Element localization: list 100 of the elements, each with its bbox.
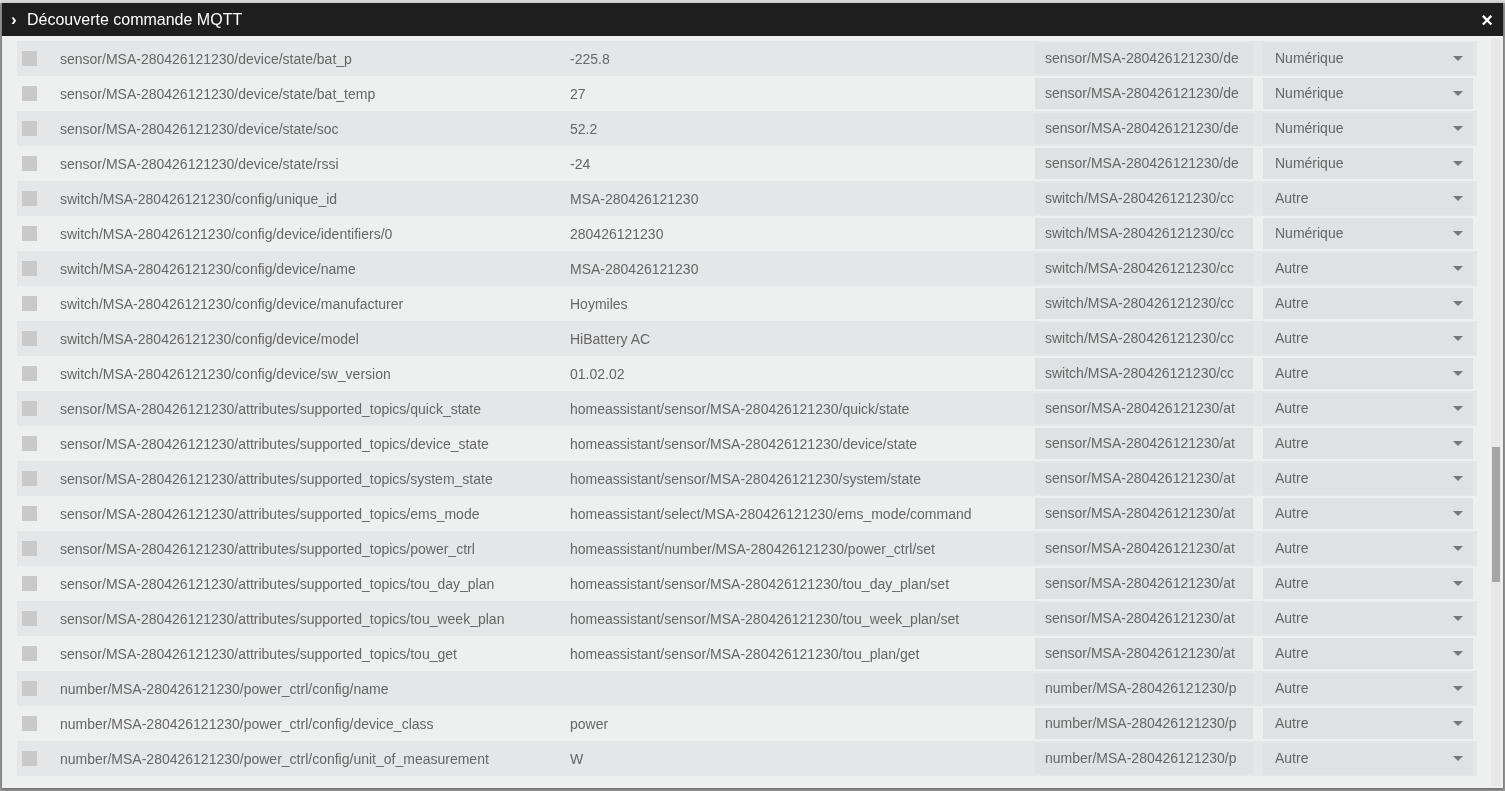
checkbox[interactable] [22,191,37,206]
caret-icon [1453,721,1463,726]
type-dropdown[interactable]: Autre [1263,463,1473,494]
checkbox[interactable] [22,261,37,276]
checkbox[interactable] [22,51,37,66]
name-field[interactable]: sensor/MSA-280426121230/at [1035,428,1253,459]
name-field[interactable]: switch/MSA-280426121230/cc [1035,323,1253,354]
topic-text: number/MSA-280426121230/power_ctrl/config/name [60,680,390,697]
caret-icon [1453,686,1463,691]
name-field[interactable]: sensor/MSA-280426121230/at [1035,603,1253,634]
caret-icon [1453,756,1463,761]
type-dropdown[interactable]: Numérique [1263,148,1473,179]
checkbox[interactable] [22,576,37,591]
value-text: MSA-280426121230 [570,190,700,207]
topic-text: sensor/MSA-280426121230/device/state/rssi [60,155,340,172]
value-text: -225.8 [570,50,611,67]
checkbox[interactable] [22,471,37,486]
type-dropdown[interactable]: Autre [1263,183,1473,214]
checkbox[interactable] [22,331,37,346]
type-dropdown[interactable]: Autre [1263,638,1473,669]
caret-icon [1453,91,1463,96]
value-text: -24 [570,155,592,172]
topic-text: sensor/MSA-280426121230/device/state/bat_p [60,50,353,67]
close-button[interactable]: × [1473,9,1501,30]
name-field[interactable]: number/MSA-280426121230/p [1035,708,1253,739]
scrollbar-thumb[interactable] [1492,447,1500,582]
topic-text: switch/MSA-280426121230/config/device/name [60,260,357,277]
checkbox[interactable] [22,611,37,626]
name-field[interactable]: sensor/MSA-280426121230/at [1035,393,1253,424]
type-dropdown[interactable]: Autre [1263,498,1473,529]
value-text: 27 [570,85,587,102]
checkbox[interactable] [22,226,37,241]
caret-icon [1453,231,1463,236]
caret-icon [1453,371,1463,376]
checkbox[interactable] [22,716,37,731]
type-dropdown[interactable]: Numérique [1263,78,1473,109]
type-dropdown[interactable]: Autre [1263,323,1473,354]
name-field[interactable]: sensor/MSA-280426121230/de [1035,113,1253,144]
type-dropdown[interactable]: Autre [1263,603,1473,634]
checkbox[interactable] [22,296,37,311]
topic-text: number/MSA-280426121230/power_ctrl/config/device_class [60,715,435,732]
checkbox[interactable] [22,646,37,661]
scrollbar[interactable] [1491,39,1501,786]
name-field[interactable]: switch/MSA-280426121230/cc [1035,218,1253,249]
topic-text: sensor/MSA-280426121230/attributes/supported_topics/tou_day_plan [60,575,496,592]
name-field[interactable]: sensor/MSA-280426121230/de [1035,148,1253,179]
checkbox[interactable] [22,156,37,171]
type-dropdown[interactable]: Numérique [1263,218,1473,249]
name-field[interactable]: switch/MSA-280426121230/cc [1035,183,1253,214]
caret-icon [1453,196,1463,201]
topic-text: sensor/MSA-280426121230/device/state/soc [60,120,340,137]
chevron-icon[interactable]: › [11,11,21,28]
name-field[interactable]: sensor/MSA-280426121230/at [1035,533,1253,564]
checkbox[interactable] [22,121,37,136]
type-dropdown[interactable]: Autre [1263,568,1473,599]
topic-text: switch/MSA-280426121230/config/device/manufacturer [60,295,405,312]
type-dropdown[interactable]: Autre [1263,288,1473,319]
value-text: power [570,715,610,732]
value-text: homeassistant/sensor/MSA-280426121230/device/state [570,435,919,452]
topic-text: switch/MSA-280426121230/config/device/model [60,330,360,347]
type-dropdown[interactable]: Autre [1263,428,1473,459]
topic-text: sensor/MSA-280426121230/attributes/supported_topics/tou_get [60,645,458,662]
name-field[interactable]: sensor/MSA-280426121230/de [1035,43,1253,74]
topic-text: sensor/MSA-280426121230/attributes/supported_topics/device_state [60,435,490,452]
name-field[interactable]: switch/MSA-280426121230/cc [1035,358,1253,389]
type-dropdown[interactable]: Autre [1263,533,1473,564]
name-field[interactable]: number/MSA-280426121230/p [1035,673,1253,704]
name-field[interactable]: switch/MSA-280426121230/cc [1035,288,1253,319]
name-field[interactable]: sensor/MSA-280426121230/at [1035,568,1253,599]
checkbox[interactable] [22,751,37,766]
checkbox[interactable] [22,366,37,381]
caret-icon [1453,301,1463,306]
checkbox[interactable] [22,401,37,416]
type-dropdown[interactable]: Autre [1263,673,1473,704]
name-field[interactable]: sensor/MSA-280426121230/at [1035,498,1253,529]
type-dropdown[interactable]: Numérique [1263,43,1473,74]
value-text: homeassistant/sensor/MSA-280426121230/system/state [570,470,922,487]
value-text: homeassistant/sensor/MSA-280426121230/tou_plan/get [570,645,921,662]
checkbox[interactable] [22,506,37,521]
name-field[interactable]: number/MSA-280426121230/p [1035,743,1253,774]
checkbox[interactable] [22,436,37,451]
name-field[interactable]: sensor/MSA-280426121230/at [1035,638,1253,669]
type-dropdown[interactable]: Autre [1263,393,1473,424]
topic-text: switch/MSA-280426121230/config/device/identifiers/0 [60,225,394,242]
type-dropdown[interactable]: Autre [1263,708,1473,739]
dialog-title: Découverte commande MQTT [27,10,244,29]
checkbox[interactable] [22,541,37,556]
checkbox[interactable] [22,681,37,696]
name-field[interactable]: sensor/MSA-280426121230/de [1035,78,1253,109]
value-text: 280426121230 [570,225,665,242]
type-dropdown[interactable]: Numérique [1263,113,1473,144]
name-field[interactable]: sensor/MSA-280426121230/at [1035,463,1253,494]
value-text: 01.02.02 [570,365,626,382]
name-field[interactable]: switch/MSA-280426121230/cc [1035,253,1253,284]
type-dropdown[interactable]: Autre [1263,743,1473,774]
type-dropdown[interactable]: Autre [1263,358,1473,389]
checkbox[interactable] [22,86,37,101]
topic-text: sensor/MSA-280426121230/attributes/supported_topics/quick_state [60,400,483,417]
value-text: homeassistant/number/MSA-280426121230/power_ctrl/set [570,540,936,557]
type-dropdown[interactable]: Autre [1263,253,1473,284]
